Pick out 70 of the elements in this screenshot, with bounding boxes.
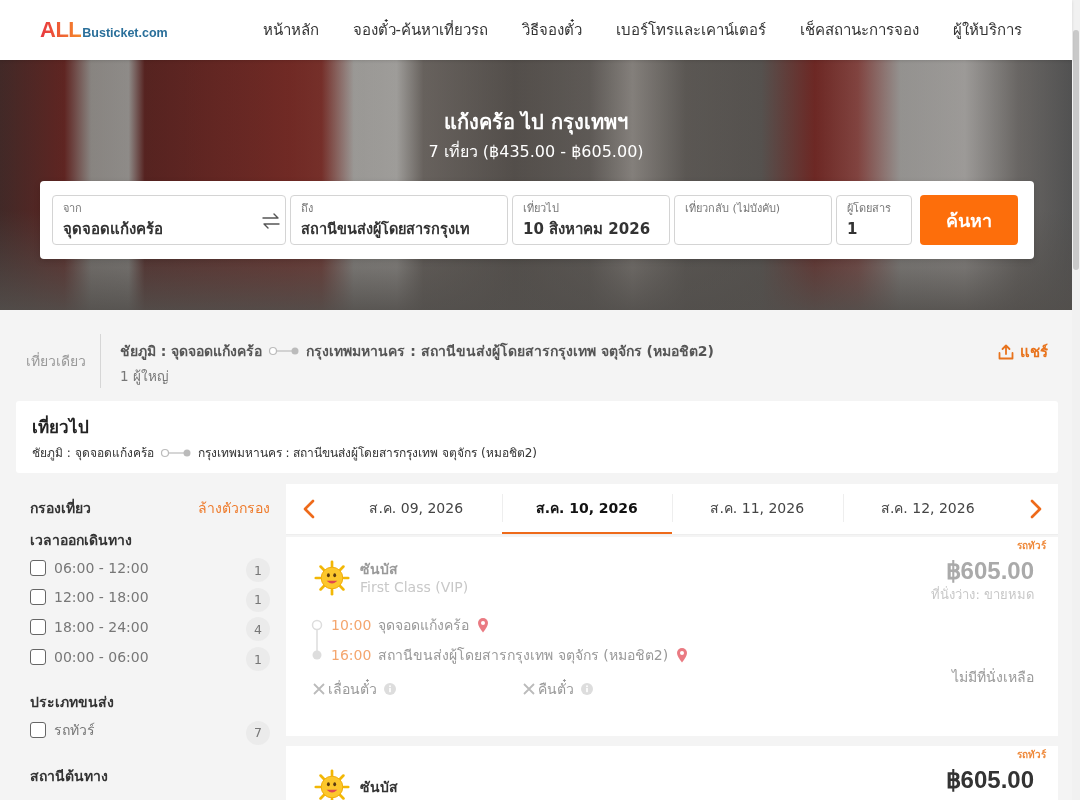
nav-link[interactable]: หน้าหลัก	[262, 18, 319, 42]
bus-type-tag: รถทัวร์	[1017, 748, 1046, 762]
stop-time: 16:00	[331, 647, 372, 663]
filter-group-title: เวลาออกเดินทาง	[30, 531, 133, 550]
availability-note: ไม่มีที่นั่งเหลือ	[952, 667, 1034, 687]
sun-logo-icon	[314, 560, 350, 596]
site-logo[interactable]: ALLBusticket.com	[40, 17, 168, 43]
operator-name: ซันบัส	[360, 778, 398, 796]
trip-type-label: เที่ยวเดียว	[26, 351, 86, 371]
count-badge: 4	[246, 617, 270, 642]
date-tab[interactable]: ส.ค. 10, 2026	[501, 484, 672, 534]
checkbox[interactable]	[30, 559, 46, 576]
filter-group-title: ประเภทขนส่ง	[30, 693, 115, 713]
filter-option-label[interactable]: รถทัวร์	[54, 719, 95, 742]
checkbox[interactable]	[30, 619, 46, 635]
stop-name: สถานีขนส่งผู้โดยสารกรุงเทพ จตุจักร (หมอชิต2)	[378, 646, 669, 666]
count-badge: 1	[246, 558, 270, 583]
origin-text: ชัยภูมิ : จุดจอดแก้งคร้อ	[32, 445, 154, 462]
trip-card[interactable]: รถทัวร์ ซันบัส ฿605.00	[286, 746, 1058, 800]
location-field[interactable]: จาก จุดจอดแก้งคร้อ	[52, 195, 286, 245]
destination-text: กรุงเทพมหานคร : สถานีขนส่งผู้โดยสารกรุงเทพ จตุจักร (หมอชิต2)	[306, 341, 714, 362]
passenger-field[interactable]: ผู้โดยสาร 1	[836, 195, 912, 245]
share-icon	[998, 344, 1014, 360]
filter-group-title: สถานีต้นทาง	[30, 766, 109, 786]
count-badge: 7	[246, 720, 270, 745]
checkbox[interactable]	[30, 589, 46, 606]
policy-label: คืนตั๋ว	[538, 678, 574, 699]
chevron-left-icon	[302, 499, 315, 519]
sun-logo-icon	[314, 769, 350, 800]
stop-name: จุดจอดแก้งคร้อ	[378, 616, 470, 636]
trip-count-price-range: 7 เที่ยว (฿435.00 - ฿605.00)	[428, 141, 644, 163]
filter-option-label[interactable]: 06:00 - 12:00	[54, 559, 149, 576]
route-timeline-icon	[311, 619, 323, 661]
route-connector-icon	[268, 346, 301, 356]
date-field[interactable]: เที่ยวไป 10 สิงหาคม 2026	[512, 195, 670, 245]
stop-time: 10:00	[331, 617, 372, 633]
filter-option-label[interactable]: 00:00 - 06:00	[54, 648, 149, 665]
location-pin-icon[interactable]	[676, 647, 689, 663]
location-field[interactable]: ถึง สถานีขนส่งผู้โดยสารกรุงเท	[290, 195, 508, 245]
nav-link[interactable]: เบอร์โทรและเคาน์เตอร์	[616, 18, 766, 42]
scrollbar-thumb[interactable]	[1073, 30, 1079, 270]
checkbox[interactable]	[30, 722, 46, 739]
policy-label: เลื่อนตั๋ว	[328, 678, 377, 699]
nav-link[interactable]: ผู้ให้บริการ	[953, 18, 1022, 42]
nav-link[interactable]: จองตั๋ว-ค้นหาเที่ยวรถ	[352, 18, 488, 42]
count-badge: 1	[246, 587, 270, 612]
nav-link[interactable]: วิธีจองตั๋ว	[522, 18, 582, 42]
route-connector-icon	[159, 447, 192, 458]
date-tab[interactable]: ส.ค. 12, 2026	[842, 484, 1013, 534]
date-tab[interactable]: ส.ค. 11, 2026	[672, 484, 843, 534]
filter-option-label[interactable]: 18:00 - 24:00	[54, 619, 149, 635]
swap-icon[interactable]	[262, 213, 280, 229]
ticket-price: ฿605.00	[945, 765, 1034, 795]
ticket-price: ฿605.00	[945, 556, 1034, 586]
date-field[interactable]: เที่ยวกลับ (ไม่บังคับ)	[674, 195, 832, 245]
route-title: แก้งคร้อ ไป กรุงเทพฯ	[443, 109, 629, 136]
passenger-count: 1 ผู้ใหญ่	[120, 367, 170, 387]
filter-title: กรองเที่ยว	[30, 497, 91, 518]
bus-type-tag: รถทัวร์	[1017, 539, 1046, 553]
count-badge: 1	[246, 647, 270, 672]
origin-text: ชัยภูมิ : จุดจอดแก้งคร้อ	[120, 342, 263, 362]
checkbox[interactable]	[30, 648, 46, 665]
filter-option-label[interactable]: 12:00 - 18:00	[54, 589, 149, 606]
location-pin-icon[interactable]	[477, 617, 490, 633]
chevron-right-icon	[1029, 499, 1042, 519]
nav-link[interactable]: เช็คสถานะการจอง	[800, 18, 919, 42]
operator-name: ซันบัส	[360, 560, 399, 578]
date-tab[interactable]: ส.ค. 09, 2026	[331, 484, 502, 534]
destination-text: กรุงเทพมหานคร : สถานีขนส่งผู้โดยสารกรุงเทพ จตุจักร (หมอชิต2)	[197, 445, 537, 462]
outbound-title: เที่ยวไป	[32, 414, 90, 439]
